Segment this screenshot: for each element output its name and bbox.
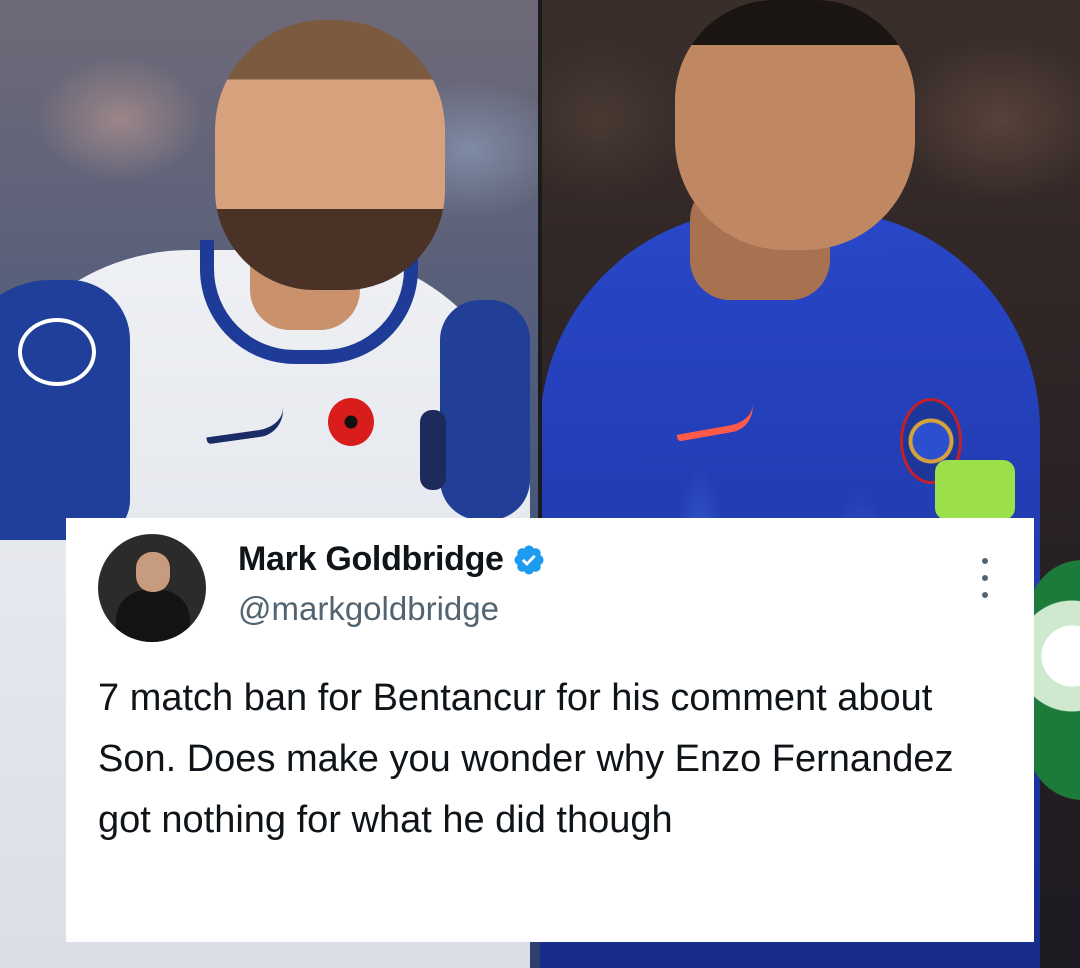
verified-badge-icon: [512, 543, 546, 577]
author-row: Mark Goldbridge: [238, 540, 546, 579]
more-options-icon[interactable]: [980, 558, 990, 598]
avatar-body: [116, 590, 190, 642]
tweet-card[interactable]: Mark Goldbridge @markgoldbridge 7 match …: [66, 518, 1034, 942]
author-name[interactable]: Mark Goldbridge: [238, 540, 504, 579]
poppy-icon: [328, 398, 374, 446]
tweet-text: 7 match ban for Bentancur for his commen…: [98, 677, 954, 841]
club-crest-icon: [420, 410, 446, 490]
avatar-face: [136, 552, 170, 592]
league-badge-icon: [18, 318, 96, 386]
author-handle[interactable]: @markgoldbridge: [238, 590, 499, 628]
avatar[interactable]: [98, 534, 206, 642]
player-head: [675, 0, 915, 250]
image-divider: [538, 0, 542, 520]
player-head: [215, 20, 445, 290]
football: [1028, 560, 1080, 800]
captain-armband: [935, 460, 1015, 520]
blue-side-panel: [440, 300, 530, 520]
